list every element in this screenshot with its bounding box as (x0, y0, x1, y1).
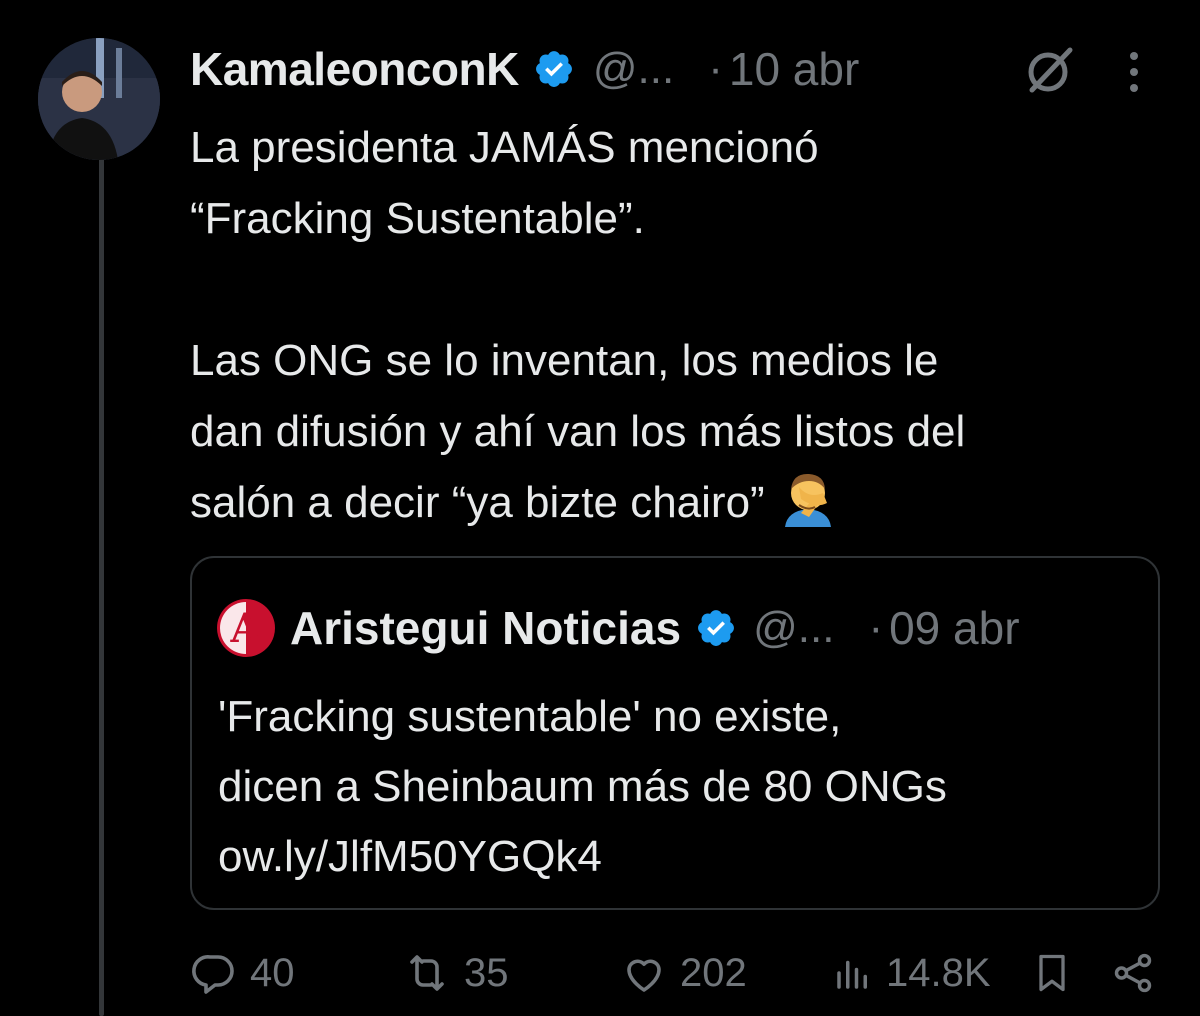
tweet-text-line: dan difusión y ahí van los más listos de… (190, 407, 966, 456)
quoted-author-handle[interactable]: @... (753, 603, 834, 653)
quoted-tweet[interactable]: A Aristegui Noticias @... · 09 abr 'Frac… (190, 556, 1160, 910)
reply-button[interactable]: 40 (190, 942, 295, 1004)
tweet-text-line: La presidenta JAMÁS mencionó (190, 123, 819, 172)
verified-badge-icon (695, 607, 737, 649)
header-separator: · (708, 44, 723, 93)
face-palm-emoji (779, 469, 837, 548)
quoted-tweet-header: A Aristegui Noticias @... · 09 abr (216, 596, 1020, 660)
share-icon (1114, 953, 1152, 993)
like-button[interactable]: 202 (620, 942, 747, 1004)
repost-icon (410, 955, 444, 991)
tweet-text-line: Las ONG se lo inventan, los medios le (190, 336, 939, 385)
tweet-text-line-last: salón a decir “ya bizte chairo” (190, 467, 1180, 548)
reply-count: 40 (250, 950, 295, 995)
heart-icon (627, 959, 661, 992)
bookmark-button[interactable] (1030, 942, 1074, 1004)
quoted-author-name[interactable]: Aristegui Noticias (290, 601, 681, 655)
grok-icon[interactable] (1022, 42, 1078, 98)
share-button[interactable] (1110, 942, 1156, 1004)
reply-icon (192, 955, 234, 994)
author-name[interactable]: KamaleonconK (190, 42, 519, 96)
views-chart-icon (837, 960, 867, 989)
thread-line (99, 158, 104, 1016)
repost-count: 35 (464, 950, 509, 995)
quoted-link[interactable]: ow.ly/JlfM50YGQk4 (218, 822, 1138, 892)
like-count: 202 (680, 950, 747, 995)
views-button[interactable]: 14.8K (832, 942, 991, 1004)
author-handle[interactable]: @... (593, 44, 674, 94)
quoted-text-line: dicen a Sheinbaum más de 80 ONGs (218, 762, 947, 811)
logo-letter: A (229, 605, 262, 652)
aristegui-logo: A (216, 598, 276, 658)
avatar[interactable] (38, 38, 160, 160)
more-options-icon[interactable] (1124, 44, 1144, 100)
quoted-text-line: 'Fracking sustentable' no existe, (218, 692, 842, 741)
tweet-text-line: “Fracking Sustentable”. (190, 194, 645, 243)
quoted-header-separator: · (868, 603, 884, 652)
quoted-tweet-body: 'Fracking sustentable' no existe, dicen … (218, 682, 1138, 892)
quoted-tweet-date[interactable]: 09 abr (889, 601, 1019, 655)
views-count: 14.8K (886, 950, 991, 995)
repost-button[interactable]: 35 (402, 942, 509, 1004)
bookmark-icon (1039, 954, 1065, 992)
action-bar: 40 35 202 14.8K (190, 942, 1160, 1004)
verified-badge-icon (533, 48, 575, 90)
tweet-body: La presidenta JAMÁS mencionó “Fracking S… (190, 112, 1180, 548)
tweet-text-line: salón a decir “ya bizte chairo” (190, 478, 765, 527)
tweet-header: KamaleonconK @... · 10 abr (190, 34, 1180, 104)
tweet-date[interactable]: 10 abr (729, 42, 859, 96)
